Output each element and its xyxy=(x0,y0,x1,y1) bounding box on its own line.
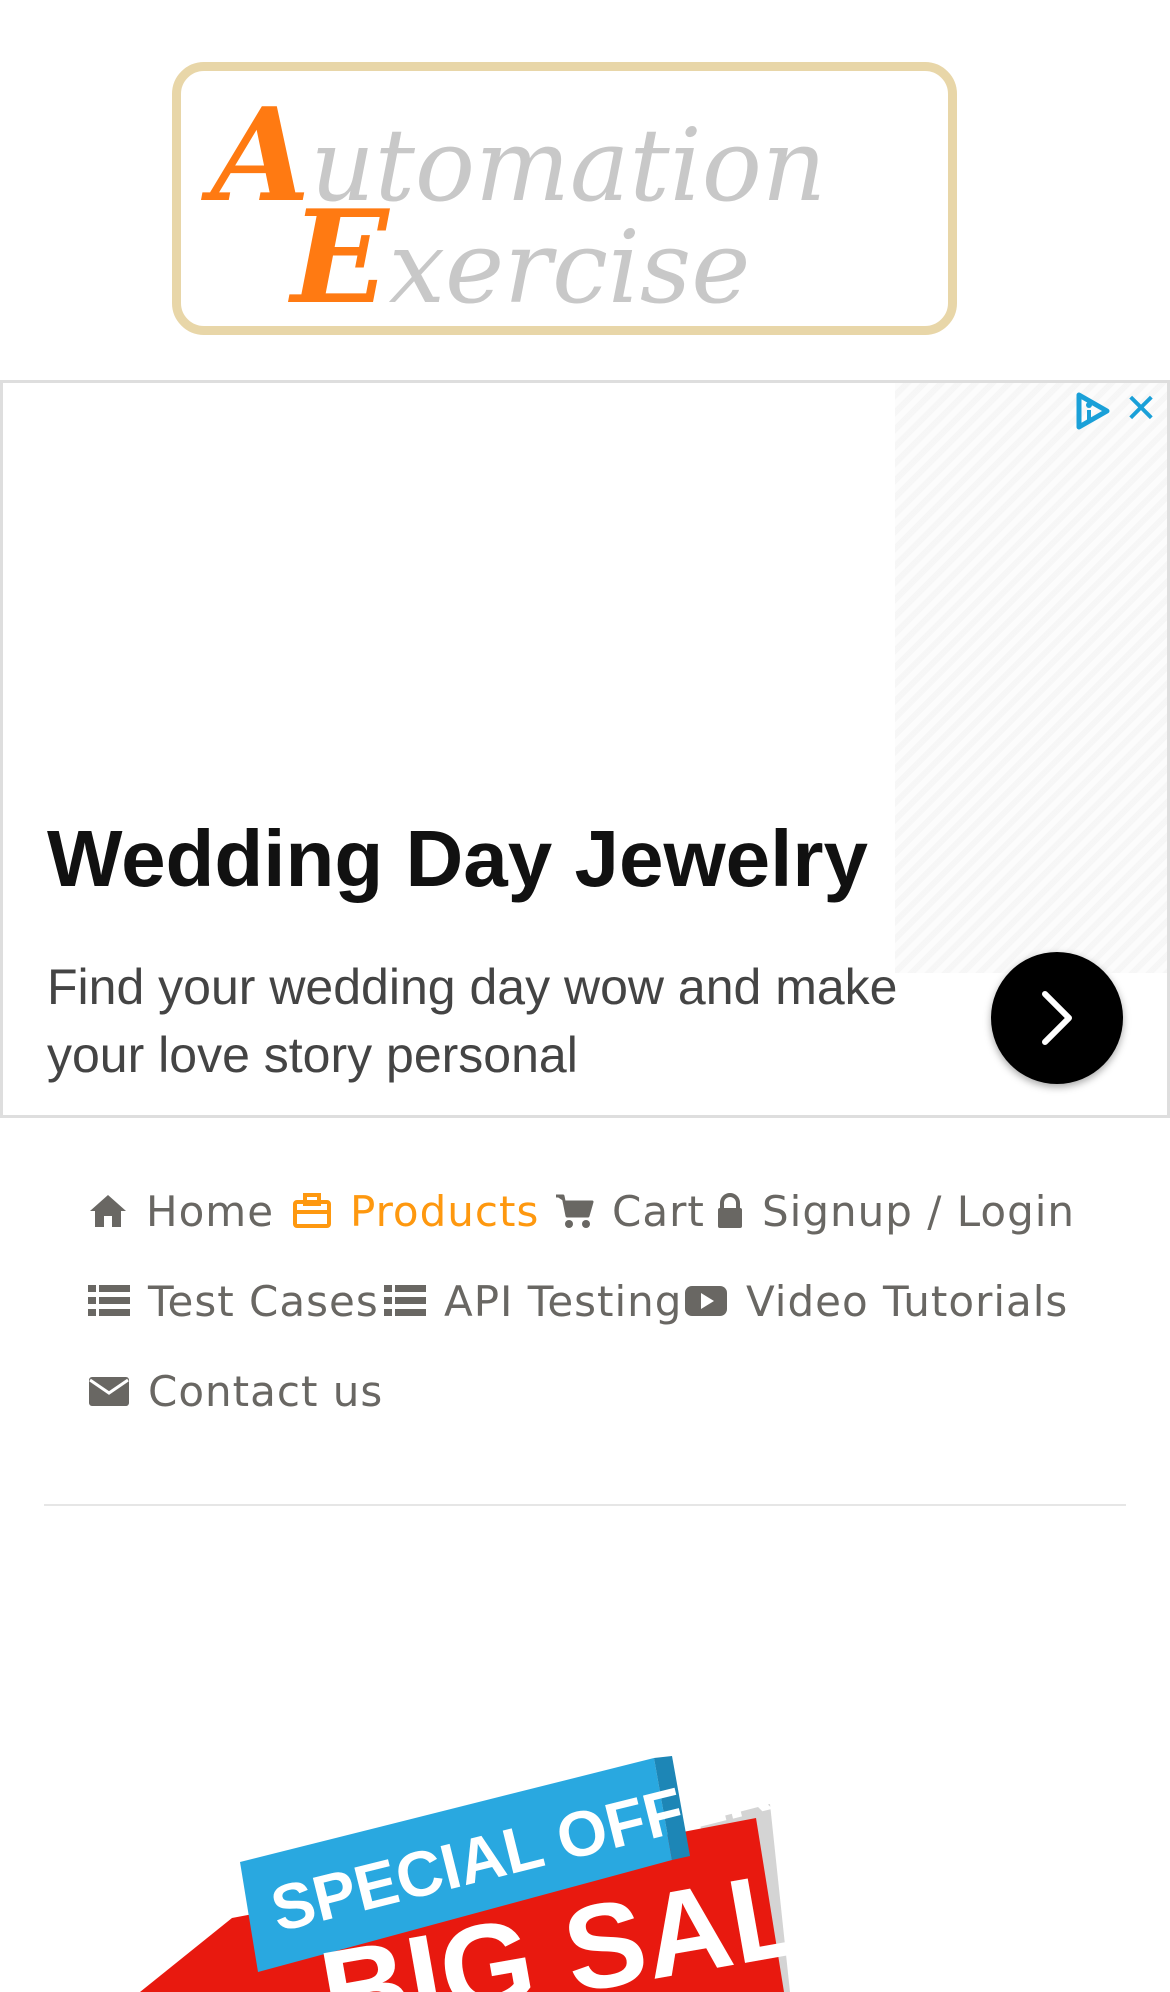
lock-icon xyxy=(716,1192,744,1230)
nav-label-signup-login: Signup / Login xyxy=(762,1186,1076,1236)
nav-label-cart: Cart xyxy=(612,1186,705,1236)
nav-item-home[interactable]: Home xyxy=(88,1176,274,1246)
nav-item-cart[interactable]: Cart xyxy=(554,1176,705,1246)
list-icon xyxy=(88,1283,130,1319)
envelope-icon xyxy=(88,1374,130,1408)
logo-text-xercise: xercise xyxy=(388,209,751,326)
cart-icon xyxy=(554,1192,594,1230)
logo-cap-e: E xyxy=(291,183,389,333)
nav-label-test-cases: Test Cases xyxy=(148,1276,379,1326)
nav-item-contact-us[interactable]: Contact us xyxy=(88,1356,383,1426)
nav-label-home: Home xyxy=(146,1186,275,1236)
nav-item-video-tutorials[interactable]: Video Tutorials xyxy=(684,1266,1068,1336)
nav-item-signup-login[interactable]: Signup / Login xyxy=(716,1176,1075,1246)
close-icon[interactable]: ✕ xyxy=(1121,387,1161,431)
ad-background-pattern xyxy=(895,383,1167,973)
nav-item-products[interactable]: Products xyxy=(292,1176,539,1246)
site-logo[interactable]: Automation Exercise xyxy=(172,62,957,335)
ad-banner[interactable]: ✕ Wedding Day Jewelry Find your wedding … xyxy=(0,380,1170,1118)
logo-line-2: Exercise xyxy=(291,183,750,333)
ad-next-button[interactable] xyxy=(991,952,1123,1084)
briefcase-icon xyxy=(292,1192,332,1230)
chevron-right-icon xyxy=(1042,991,1072,1045)
nav-item-api-testing[interactable]: API Testing xyxy=(384,1266,682,1336)
ad-headline[interactable]: Wedding Day Jewelry xyxy=(47,813,868,905)
nav-divider xyxy=(44,1504,1126,1506)
special-offer-banner[interactable]: SPECIAL OFFER BIG SALE xyxy=(0,1740,1170,1992)
ad-description[interactable]: Find your wedding day wow and make your … xyxy=(47,953,947,1089)
page: Automation Exercise ✕ Wedding Day Jewelr… xyxy=(0,0,1170,1992)
nav-label-products: Products xyxy=(350,1186,540,1236)
list-icon xyxy=(384,1283,426,1319)
home-icon xyxy=(88,1193,128,1229)
nav-label-contact-us: Contact us xyxy=(148,1366,384,1416)
nav-label-api-testing: API Testing xyxy=(444,1276,683,1326)
youtube-play-icon xyxy=(684,1283,728,1319)
nav-label-video-tutorials: Video Tutorials xyxy=(746,1276,1069,1326)
nav-item-test-cases[interactable]: Test Cases xyxy=(88,1266,379,1336)
adchoices-icon[interactable] xyxy=(1071,391,1115,431)
